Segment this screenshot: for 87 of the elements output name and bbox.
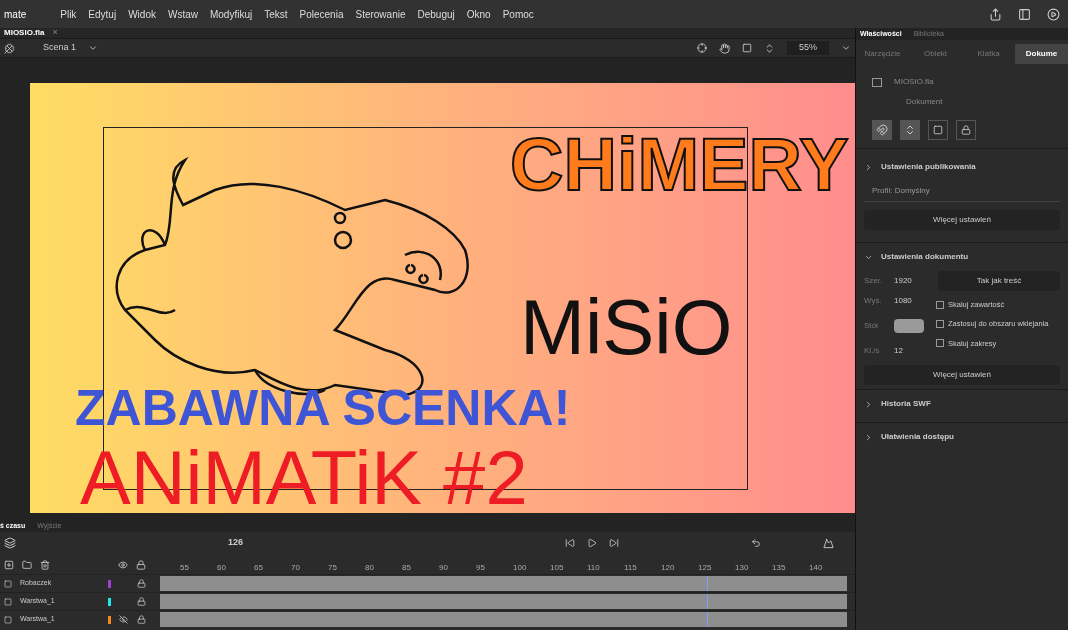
section-title[interactable]: Historia SWF: [881, 398, 931, 410]
folder-icon[interactable]: [22, 560, 32, 570]
checkbox[interactable]: [936, 339, 944, 348]
chevron-right-icon[interactable]: [864, 399, 873, 409]
height-field[interactable]: 1080: [894, 295, 912, 307]
fps-field[interactable]: 12: [894, 345, 903, 357]
ruler-number: 110: [587, 562, 601, 574]
share-icon[interactable]: [989, 7, 1002, 21]
hand-icon[interactable]: [719, 42, 730, 54]
checkbox[interactable]: [936, 300, 944, 309]
menu-item[interactable]: Debuguj: [411, 6, 461, 22]
app-badge-icon: [872, 77, 882, 87]
ruler-number: 100: [513, 562, 528, 574]
chevron-down-icon[interactable]: [841, 43, 851, 53]
more-settings-button[interactable]: Więcej ustawień: [864, 210, 1060, 230]
zoom-field[interactable]: 55%: [787, 41, 829, 55]
ruler-number: 115: [624, 562, 638, 574]
lock-toggle[interactable]: [137, 578, 147, 589]
stage-label: Stół: [864, 320, 879, 332]
ruler-number: 105: [550, 562, 565, 574]
trash-icon[interactable]: [40, 560, 50, 570]
crosshair-icon[interactable]: [697, 43, 707, 53]
ruler-number: 60: [217, 562, 227, 574]
ruler-number: 85: [402, 562, 412, 574]
panel-tab[interactable]: Dokume: [1015, 44, 1068, 64]
app-name: mate: [3, 7, 28, 22]
ruler-number: 95: [476, 562, 486, 574]
chevron-down-icon[interactable]: [88, 43, 99, 53]
menu-item[interactable]: Edytuj: [82, 6, 123, 22]
width-label: Szer.: [864, 275, 884, 287]
close-button[interactable]: ×: [48, 26, 62, 40]
ruler-number: 120: [661, 562, 676, 574]
play-icon[interactable]: [1047, 7, 1060, 21]
menu-item[interactable]: Pomoc: [496, 6, 540, 22]
magnet-icon[interactable]: [872, 120, 892, 140]
profile-field[interactable]: Profil: Domyślny: [864, 181, 1060, 202]
lock-toggle[interactable]: [137, 596, 147, 607]
ruler-number: 125: [698, 562, 713, 574]
stepper-icon[interactable]: [764, 42, 775, 54]
ruler-number: 75: [328, 562, 338, 574]
chevron-right-icon[interactable]: [864, 432, 873, 442]
lock-icon[interactable]: [136, 560, 146, 570]
lock-toggle[interactable]: [137, 614, 147, 625]
frame-number: 126: [228, 536, 244, 550]
panel-icon[interactable]: [1018, 7, 1031, 21]
section-title[interactable]: Ułatwienia dostępu: [881, 431, 954, 443]
ruler-number: 65: [254, 562, 264, 574]
scene-label: Scena 1: [43, 41, 77, 55]
chevron-right-icon[interactable]: [864, 162, 873, 172]
ruler-number: 135: [772, 562, 787, 574]
object-kind: Dokument: [905, 96, 944, 108]
ruler-number: 140: [809, 562, 824, 574]
ruler-number: 70: [291, 562, 301, 574]
ruler-number: 55: [180, 562, 190, 574]
ruler-number: 80: [365, 562, 375, 574]
more-settings-button[interactable]: Więcej ustawień: [864, 365, 1060, 385]
step-back-icon[interactable]: [565, 538, 576, 548]
menu-item[interactable]: Modyfikuj: [203, 6, 259, 22]
step-forward-icon[interactable]: [609, 538, 620, 548]
play-icon[interactable]: [587, 538, 598, 548]
ruler-number: 130: [735, 562, 750, 574]
new-layer-icon[interactable]: [4, 560, 14, 570]
menu-item[interactable]: Wstaw: [161, 6, 204, 22]
section-title[interactable]: Ustawienia publikowania: [881, 161, 976, 173]
menu-item[interactable]: Polecenia: [293, 6, 350, 22]
menu-item[interactable]: Plik: [54, 6, 83, 22]
width-field[interactable]: 1920: [894, 275, 930, 287]
stage-subtitle: MiSiO: [520, 288, 733, 366]
hidden-icon[interactable]: [119, 614, 128, 624]
height-label: Wys.: [864, 295, 883, 307]
fps-label: Kl./s: [864, 345, 881, 357]
lock-icon[interactable]: [956, 120, 976, 140]
section-title[interactable]: Ustawienia dokumentu: [881, 251, 969, 263]
eye-icon[interactable]: [118, 560, 128, 570]
stage-color-swatch[interactable]: [894, 319, 924, 333]
ruler-number: 90: [439, 562, 449, 574]
layers-icon[interactable]: [4, 537, 16, 549]
clover-icon[interactable]: [4, 42, 15, 54]
square-icon[interactable]: [742, 43, 752, 53]
checkbox[interactable]: [936, 319, 944, 328]
fit-button[interactable]: Tak jak treść: [938, 271, 1060, 291]
loop-icon[interactable]: [751, 538, 762, 548]
menu-item[interactable]: Sterowanie: [349, 6, 412, 22]
file-name: MIOSIO.fla: [894, 76, 934, 88]
menu-item[interactable]: Widok: [122, 6, 162, 22]
menu-item[interactable]: Tekst: [258, 6, 294, 22]
menu-item[interactable]: Okno: [460, 6, 497, 22]
